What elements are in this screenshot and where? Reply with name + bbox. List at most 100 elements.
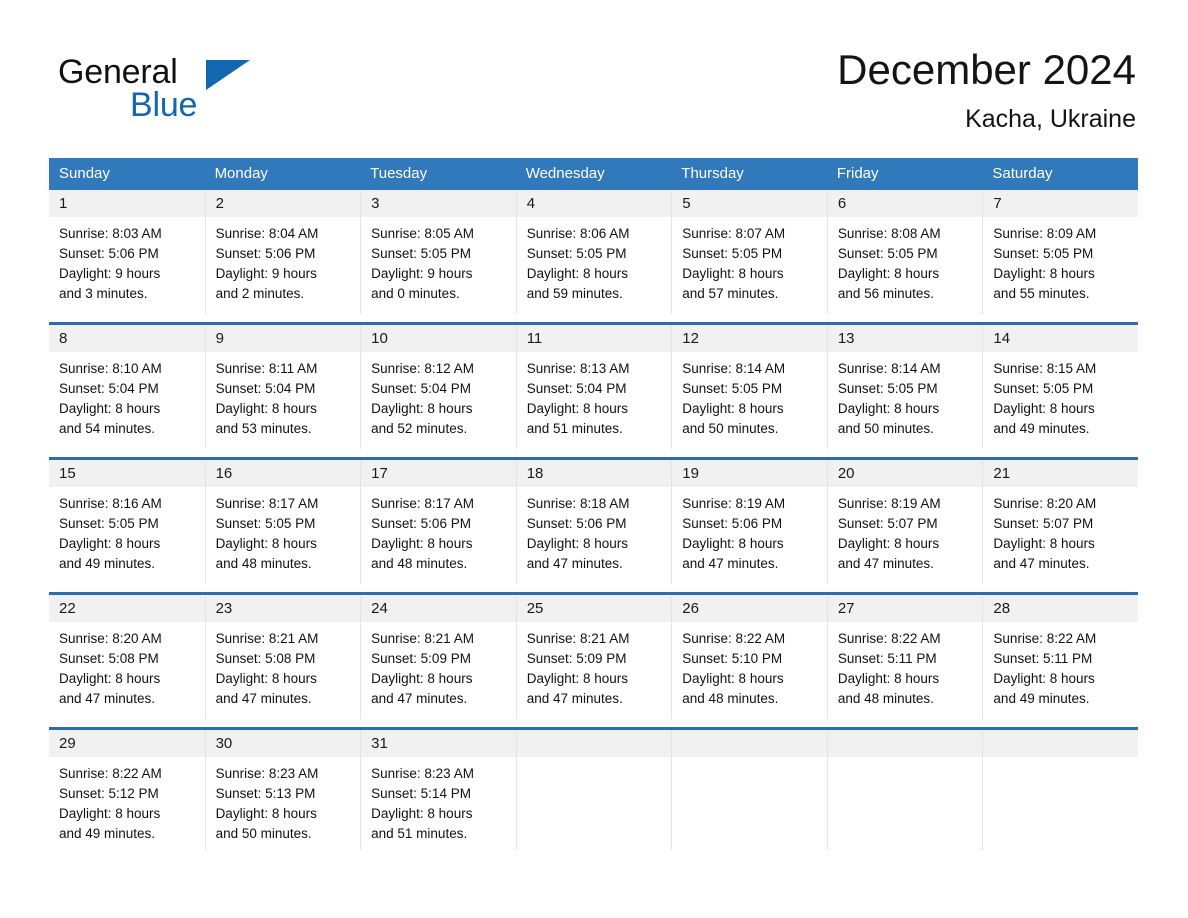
- day-cell[interactable]: 6 Sunrise: 8:08 AM Sunset: 5:05 PM Daylight…: [826, 190, 983, 314]
- sunrise-text: Sunrise: 8:10 AM: [59, 361, 162, 376]
- sunrise-text: Sunrise: 8:17 AM: [371, 496, 474, 511]
- weekday-header-monday: Monday: [214, 165, 268, 182]
- day-cell[interactable]: 18 Sunrise: 8:18 AM Sunset: 5:06 PM Dayligh…: [515, 460, 672, 584]
- day-number: 28: [993, 600, 1011, 617]
- day-cell[interactable]: 19 Sunrise: 8:19 AM Sunset: 5:06 PM Dayligh…: [671, 460, 827, 584]
- day-number-band: 15: [49, 460, 205, 487]
- day-details: Sunrise: 8:17 AM Sunset: 5:05 PM Daylight:…: [206, 487, 361, 574]
- day-cell[interactable]: 30 Sunrise: 8:23 AM Sunset: 5:13 PM Dayligh…: [204, 730, 361, 850]
- day-cell[interactable]: 26 Sunrise: 8:22 AM Sunset: 5:10 PM Dayligh…: [671, 595, 827, 719]
- day-number: 23: [215, 600, 233, 617]
- day-details: Sunrise: 8:19 AM Sunset: 5:06 PM Daylight:…: [672, 487, 827, 574]
- sunset-text: Sunset: 5:11 PM: [993, 651, 1093, 666]
- sunrise-text: Sunrise: 8:16 AM: [59, 496, 162, 511]
- day-details: Sunrise: 8:21 AM Sunset: 5:09 PM Daylight:…: [361, 622, 516, 709]
- day-cell[interactable]: 5 Sunrise: 8:07 AM Sunset: 5:05 PM Daylight…: [671, 190, 827, 314]
- day-cell[interactable]: 12 Sunrise: 8:14 AM Sunset: 5:05 PM Dayligh…: [671, 325, 827, 449]
- daylight-text-line1: Daylight: 8 hours: [371, 536, 473, 551]
- sunset-text: Sunset: 5:05 PM: [59, 516, 159, 531]
- day-cell[interactable]: 21 Sunrise: 8:20 AM Sunset: 5:07 PM Dayligh…: [982, 460, 1138, 584]
- day-cell[interactable]: 15 Sunrise: 8:16 AM Sunset: 5:05 PM Dayligh…: [49, 460, 205, 584]
- sunrise-text: Sunrise: 8:22 AM: [682, 631, 786, 646]
- daylight-text-line1: Daylight: 8 hours: [993, 671, 1095, 686]
- day-number: 16: [215, 465, 233, 482]
- day-cell[interactable]: 20 Sunrise: 8:19 AM Sunset: 5:07 PM Dayligh…: [826, 460, 983, 584]
- day-details: Sunrise: 8:17 AM Sunset: 5:06 PM Daylight:…: [361, 487, 516, 574]
- day-cell[interactable]: 10 Sunrise: 8:12 AM Sunset: 5:04 PM Dayligh…: [360, 325, 516, 449]
- day-details: Sunrise: 8:21 AM Sunset: 5:09 PM Daylight:…: [517, 622, 672, 709]
- sunset-text: Sunset: 5:13 PM: [215, 786, 316, 801]
- day-details: Sunrise: 8:09 AM Sunset: 5:05 PM Daylight:…: [983, 217, 1138, 304]
- day-details: Sunrise: 8:11 AM Sunset: 5:04 PM Daylight:…: [206, 352, 361, 439]
- calendar-week-row: 22 Sunrise: 8:20 AM Sunset: 5:08 PM Dayligh…: [49, 592, 1138, 719]
- sunrise-text: Sunrise: 8:19 AM: [682, 496, 786, 511]
- daylight-text-line1: Daylight: 8 hours: [682, 401, 784, 416]
- daylight-text-line2: and 57 minutes.: [682, 286, 779, 301]
- sunset-text: Sunset: 5:05 PM: [682, 246, 783, 261]
- day-cell[interactable]: 28 Sunrise: 8:22 AM Sunset: 5:11 PM Dayligh…: [982, 595, 1138, 719]
- sunrise-text: Sunrise: 8:23 AM: [371, 766, 474, 781]
- day-cell[interactable]: 16 Sunrise: 8:17 AM Sunset: 5:05 PM Dayligh…: [204, 460, 361, 584]
- sunset-text: Sunset: 5:06 PM: [526, 516, 627, 531]
- sunset-text: Sunset: 5:04 PM: [215, 381, 316, 396]
- day-cell[interactable]: 9 Sunrise: 8:11 AM Sunset: 5:04 PM Daylight…: [204, 325, 361, 449]
- day-cell[interactable]: 27 Sunrise: 8:22 AM Sunset: 5:11 PM Dayligh…: [826, 595, 983, 719]
- day-number: 8: [59, 330, 68, 347]
- day-number-band: [516, 730, 672, 757]
- day-cell[interactable]: 2 Sunrise: 8:04 AM Sunset: 5:06 PM Daylight…: [204, 190, 361, 314]
- sunrise-text: Sunrise: 8:08 AM: [837, 226, 941, 241]
- brand-logo[interactable]: General Blue: [58, 52, 388, 132]
- day-number-band: 17: [361, 460, 516, 487]
- day-cell[interactable]: 11 Sunrise: 8:13 AM Sunset: 5:04 PM Dayligh…: [515, 325, 672, 449]
- daylight-text-line1: Daylight: 8 hours: [215, 536, 317, 551]
- page-header: General Blue December 2024 Kacha, Ukrain…: [0, 0, 1188, 148]
- day-cell[interactable]: 8 Sunrise: 8:10 AM Sunset: 5:04 PM Daylight…: [49, 325, 205, 449]
- day-number: 26: [682, 600, 699, 617]
- day-number: 12: [682, 330, 699, 347]
- day-details: [672, 757, 827, 764]
- day-details: Sunrise: 8:22 AM Sunset: 5:11 PM Daylight:…: [983, 622, 1138, 709]
- sunset-text: Sunset: 5:08 PM: [215, 651, 316, 666]
- day-details: Sunrise: 8:06 AM Sunset: 5:05 PM Daylight:…: [517, 217, 672, 304]
- day-number-band: 5: [672, 190, 827, 217]
- calendar-week-row: 29 Sunrise: 8:22 AM Sunset: 5:12 PM Dayligh…: [49, 727, 1138, 850]
- day-number: 22: [59, 600, 76, 617]
- sunrise-text: Sunrise: 8:15 AM: [993, 361, 1097, 376]
- day-cell[interactable]: 4 Sunrise: 8:06 AM Sunset: 5:05 PM Daylight…: [515, 190, 672, 314]
- daylight-text-line2: and 59 minutes.: [526, 286, 623, 301]
- weekday-header-thursday: Thursday: [681, 165, 744, 182]
- day-number-band: 12: [672, 325, 827, 352]
- daylight-text-line2: and 48 minutes.: [371, 556, 468, 571]
- day-number-band: 10: [361, 325, 516, 352]
- page-subtitle: Kacha, Ukraine: [965, 105, 1136, 133]
- day-cell[interactable]: 3 Sunrise: 8:05 AM Sunset: 5:05 PM Daylight…: [360, 190, 516, 314]
- day-number: 14: [993, 330, 1011, 347]
- daylight-text-line1: Daylight: 8 hours: [371, 806, 473, 821]
- day-cell[interactable]: 31 Sunrise: 8:23 AM Sunset: 5:14 PM Dayligh…: [360, 730, 516, 850]
- day-cell[interactable]: 25 Sunrise: 8:21 AM Sunset: 5:09 PM Dayligh…: [515, 595, 672, 719]
- sunset-text: Sunset: 5:04 PM: [526, 381, 627, 396]
- day-number-band: 25: [516, 595, 672, 622]
- day-number: 25: [526, 600, 544, 617]
- day-number: 3: [371, 195, 380, 212]
- day-number-band: 7: [983, 190, 1138, 217]
- day-details: Sunrise: 8:12 AM Sunset: 5:04 PM Daylight:…: [361, 352, 516, 439]
- day-details: Sunrise: 8:23 AM Sunset: 5:14 PM Daylight:…: [361, 757, 516, 844]
- day-cell[interactable]: 7 Sunrise: 8:09 AM Sunset: 5:05 PM Daylight…: [982, 190, 1138, 314]
- day-cell[interactable]: 22 Sunrise: 8:20 AM Sunset: 5:08 PM Dayligh…: [49, 595, 205, 719]
- day-number: 4: [526, 195, 536, 212]
- day-cell[interactable]: 13 Sunrise: 8:14 AM Sunset: 5:05 PM Dayligh…: [826, 325, 983, 449]
- sunset-text: Sunset: 5:06 PM: [59, 246, 159, 261]
- sunset-text: Sunset: 5:05 PM: [993, 381, 1094, 396]
- calendar-week-row: 8 Sunrise: 8:10 AM Sunset: 5:04 PM Daylight…: [49, 322, 1138, 449]
- daylight-text-line1: Daylight: 8 hours: [682, 671, 784, 686]
- day-cell[interactable]: 29 Sunrise: 8:22 AM Sunset: 5:12 PM Dayligh…: [49, 730, 205, 850]
- day-cell[interactable]: 24 Sunrise: 8:21 AM Sunset: 5:09 PM Dayligh…: [360, 595, 516, 719]
- day-cell[interactable]: 1 Sunrise: 8:03 AM Sunset: 5:06 PM Daylight…: [49, 190, 205, 314]
- day-cell[interactable]: 23 Sunrise: 8:21 AM Sunset: 5:08 PM Dayligh…: [204, 595, 361, 719]
- daylight-text-line2: and 55 minutes.: [993, 286, 1090, 301]
- day-details: [517, 757, 672, 764]
- day-cell[interactable]: 14 Sunrise: 8:15 AM Sunset: 5:05 PM Dayligh…: [982, 325, 1138, 449]
- day-cell[interactable]: 17 Sunrise: 8:17 AM Sunset: 5:06 PM Dayligh…: [360, 460, 516, 584]
- daylight-text-line2: and 2 minutes.: [215, 286, 305, 301]
